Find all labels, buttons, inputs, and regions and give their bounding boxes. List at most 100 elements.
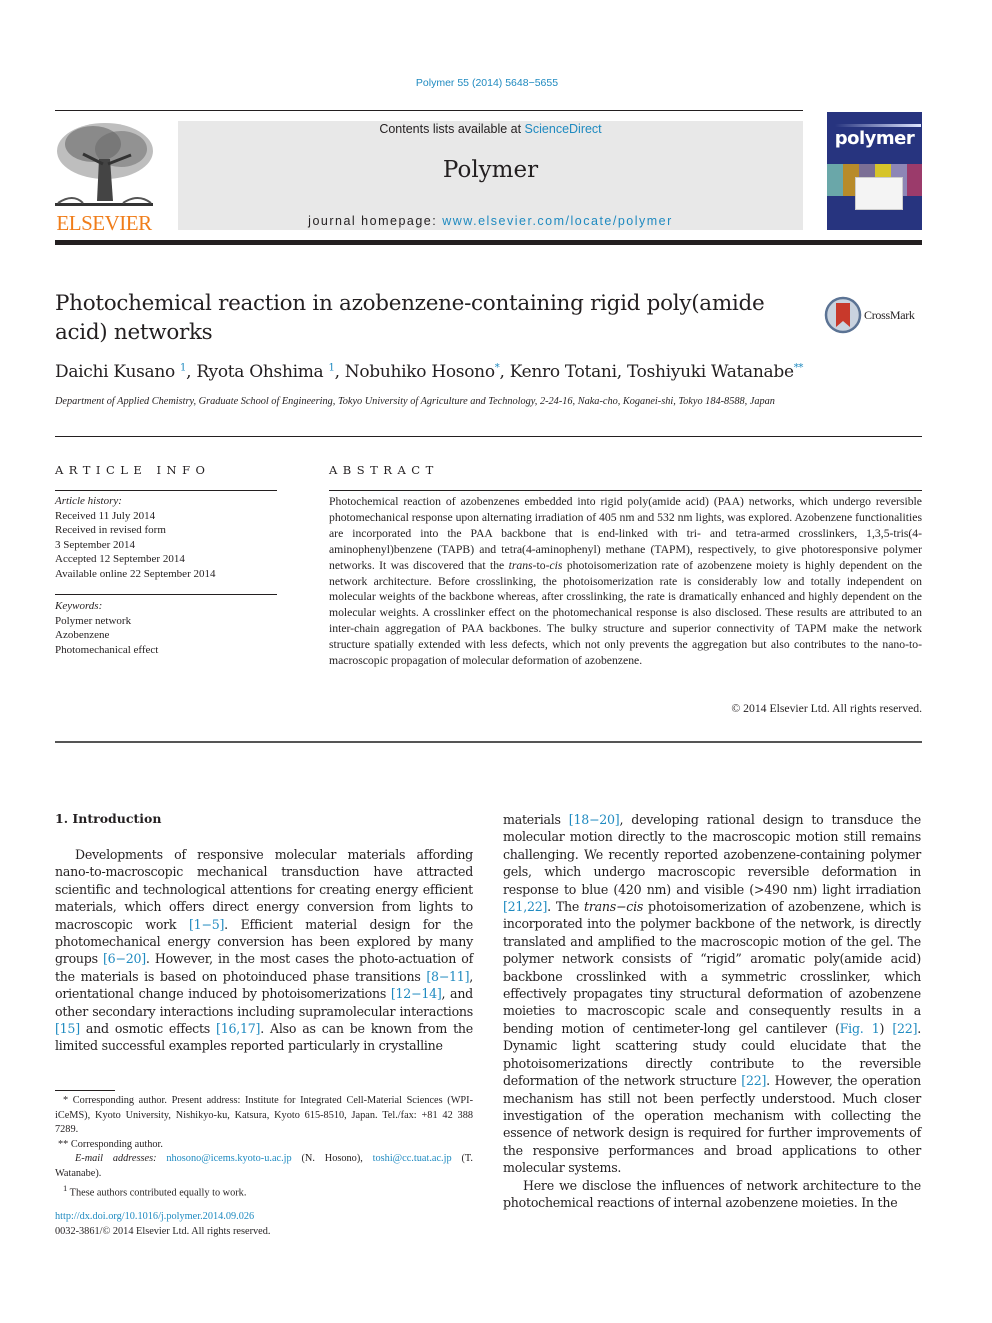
- article-history: Article history: Received 11 July 2014 R…: [55, 494, 277, 581]
- sciencedirect-link[interactable]: ScienceDirect: [525, 122, 602, 136]
- crossmark-icon: [824, 296, 862, 334]
- divider: [55, 436, 922, 437]
- divider: [55, 490, 277, 491]
- article-title: Photochemical reaction in azobenzene-con…: [55, 291, 765, 345]
- citation-link[interactable]: [15]: [55, 1021, 80, 1036]
- journal-title: Polymer: [442, 157, 539, 183]
- body-column-right: materials [18−20], developing rational d…: [503, 811, 921, 1211]
- author-name[interactable]: Kenro Totani: [510, 362, 617, 382]
- body-text: . The: [547, 899, 585, 915]
- author-sep: ,: [186, 362, 197, 382]
- history-item: Received 11 July 2014: [55, 509, 156, 522]
- footnote-text: These authors contributed equally to wor…: [67, 1187, 247, 1199]
- author-name[interactable]: Ryota Ohshima: [196, 362, 323, 382]
- citation-link[interactable]: [12−14]: [391, 986, 442, 1001]
- author-sep: ,: [616, 362, 627, 382]
- contents-line: Contents lists available at ScienceDirec…: [178, 122, 803, 136]
- email-owner: (N. Hosono),: [291, 1153, 373, 1164]
- author[interactable]: Kenro Totani,: [510, 362, 627, 382]
- citation-link[interactable]: [6−20]: [103, 951, 146, 966]
- body-text: materials: [503, 812, 569, 827]
- doi-link[interactable]: http://dx.doi.org/10.1016/j.polymer.2014…: [55, 1211, 254, 1222]
- body-column-left: Developments of responsive molecular mat…: [55, 846, 473, 1055]
- header-thick-rule: [55, 240, 922, 245]
- homepage-prefix: journal homepage:: [308, 214, 443, 228]
- footnote: * Corresponding author. Present address:…: [55, 1095, 473, 1135]
- header-rule: [55, 110, 803, 111]
- author[interactable]: Daichi Kusano 1,: [55, 362, 196, 382]
- journal-cover-image[interactable]: polymer: [827, 112, 922, 230]
- divider: [55, 741, 922, 743]
- divider: [329, 490, 922, 491]
- crossmark-badge[interactable]: CrossMark: [824, 296, 924, 336]
- elsevier-wordmark: ELSEVIER: [56, 211, 152, 235]
- author-sep: ,: [499, 362, 510, 382]
- footnote: 1 These authors contributed equally to w…: [55, 1181, 473, 1201]
- author[interactable]: Ryota Ohshima 1,: [196, 362, 344, 382]
- author-list: Daichi Kusano 1, Ryota Ohshima 1, Nobuhi…: [55, 362, 855, 382]
- abstract-copyright: © 2014 Elsevier Ltd. All rights reserved…: [731, 702, 922, 715]
- history-item: Available online 22 September 2014: [55, 567, 216, 580]
- article-info-heading: ARTICLE INFO: [55, 463, 211, 477]
- citation-link[interactable]: [1−5]: [189, 917, 224, 932]
- body-text: ): [879, 1020, 893, 1036]
- history-label: Article history:: [55, 495, 122, 507]
- keyword: Azobenzene: [55, 629, 110, 641]
- journal-header-box: Contents lists available at ScienceDirec…: [178, 121, 803, 230]
- keyword: Photomechanical effect: [55, 643, 159, 656]
- author-name[interactable]: Nobuhiko Hosono: [345, 362, 495, 382]
- journal-homepage-link[interactable]: www.elsevier.com/locate/polymer: [442, 214, 673, 228]
- footnote-emails: E-mail addresses: nhosono@icems.kyoto-u.…: [55, 1152, 473, 1181]
- citation-link[interactable]: [22]: [892, 1021, 917, 1036]
- journal-homepage-line: journal homepage: www.elsevier.com/locat…: [178, 214, 803, 228]
- author-name[interactable]: Toshiyuki Watanabe: [627, 362, 794, 382]
- citation-link[interactable]: Fig. 1: [840, 1021, 880, 1036]
- italic-text: trans: [584, 899, 616, 915]
- email-link[interactable]: toshi@cc.tuat.ac.jp: [373, 1153, 452, 1164]
- citation-link[interactable]: [16,17]: [216, 1021, 260, 1036]
- author[interactable]: Nobuhiko Hosono*,: [345, 362, 510, 382]
- citation-link[interactable]: [21,22]: [503, 899, 547, 914]
- cover-graph: [855, 177, 903, 210]
- history-item: Received in revised form: [55, 524, 166, 536]
- paragraph: Here we disclose the influences of netwo…: [503, 1177, 921, 1210]
- section-heading-introduction: 1. Introduction: [55, 811, 162, 826]
- journal-citation[interactable]: Polymer 55 (2014) 5648−5655: [0, 77, 974, 89]
- paragraph: materials [18−20], developing rational d…: [503, 811, 921, 1177]
- cover-title: polymer: [834, 128, 915, 149]
- body-text: . However, the operation mechanism has s…: [503, 1073, 921, 1176]
- abstract-heading: ABSTRACT: [329, 463, 439, 477]
- italic-text: cis: [626, 899, 644, 915]
- history-item: Accepted 12 September 2014: [55, 553, 185, 565]
- history-item: 3 September 2014: [55, 538, 136, 551]
- elsevier-logo[interactable]: ELSEVIER: [53, 119, 155, 235]
- email-link[interactable]: nhosono@icems.kyoto-u.ac.jp: [166, 1153, 291, 1164]
- issn-copyright: 0032-3861/© 2014 Elsevier Ltd. All right…: [55, 1226, 271, 1237]
- abstract-text-italic: trans: [508, 558, 533, 572]
- author-sep: ,: [334, 362, 345, 382]
- citation-link[interactable]: [8−11]: [426, 969, 469, 984]
- body-text: and osmotic effects: [79, 1021, 217, 1037]
- citation-link[interactable]: [22]: [741, 1073, 766, 1088]
- footnote: ** Corresponding author.: [58, 1138, 163, 1150]
- author[interactable]: Toshiyuki Watanabe**: [627, 362, 804, 382]
- keywords-label: Keywords:: [55, 600, 103, 612]
- footnotes: * Corresponding author. Present address:…: [55, 1094, 473, 1201]
- body-text: photoisomerization of azobenzene, which …: [503, 899, 921, 1036]
- author-name[interactable]: Daichi Kusano: [55, 362, 175, 382]
- abstract-text-part: photoisomerization rate of azobenzene mo…: [329, 558, 923, 668]
- elsevier-tree-icon: [55, 123, 153, 206]
- author-mark[interactable]: **: [794, 362, 804, 373]
- affiliation: Department of Applied Chemistry, Graduat…: [55, 396, 775, 407]
- keywords: Keywords: Polymer network Azobenzene Pho…: [55, 599, 277, 657]
- citation-link[interactable]: [18−20]: [569, 812, 620, 827]
- footnote-rule: [55, 1090, 115, 1091]
- email-label: E-mail addresses:: [75, 1153, 167, 1164]
- abstract-text-part: -to-: [532, 558, 550, 572]
- body-text: −: [615, 899, 627, 915]
- cover-decor-bar: [835, 124, 921, 127]
- paragraph: Developments of responsive molecular mat…: [55, 846, 473, 1055]
- divider: [55, 594, 277, 595]
- contents-prefix: Contents lists available at: [379, 122, 525, 136]
- crossmark-label: CrossMark: [864, 308, 915, 322]
